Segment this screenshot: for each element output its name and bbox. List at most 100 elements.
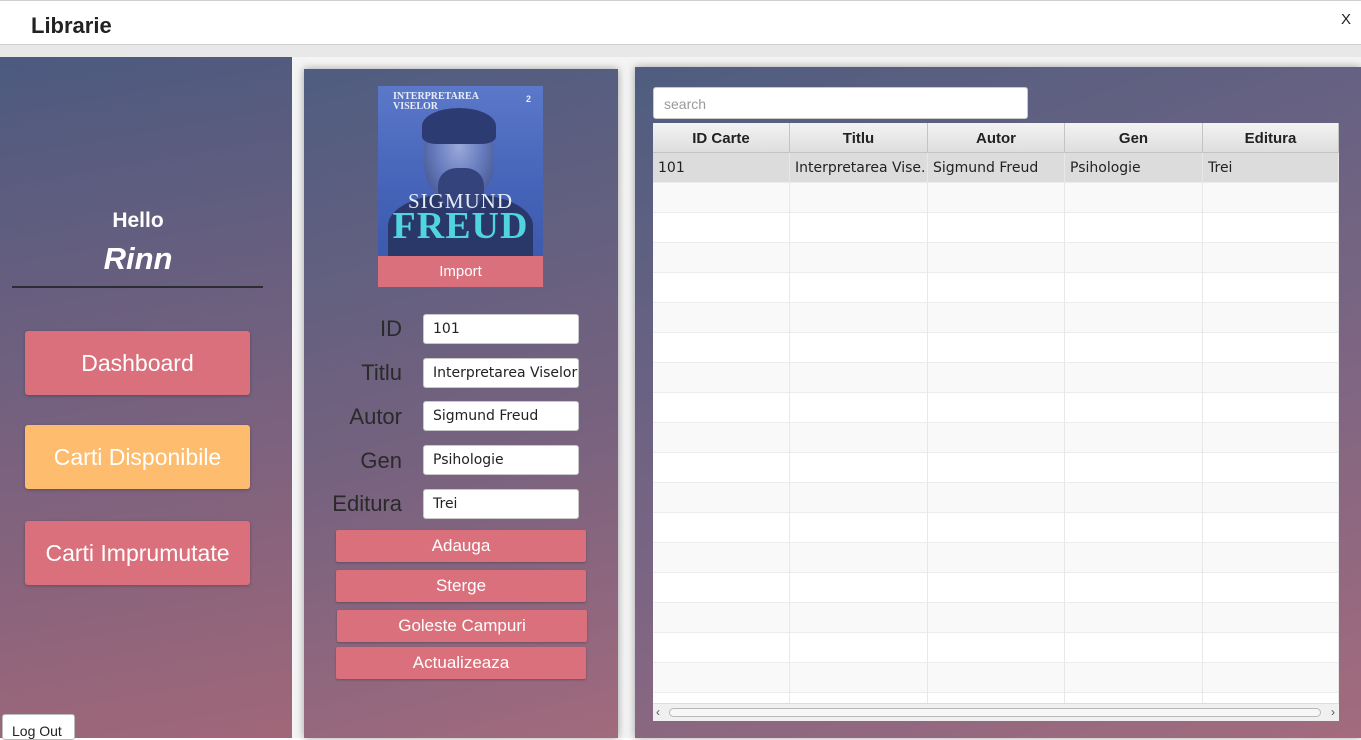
empty-cell bbox=[928, 633, 1065, 663]
empty-cell bbox=[653, 573, 790, 603]
column-header-titlu[interactable]: Titlu bbox=[790, 123, 928, 153]
gen-label: Gen bbox=[360, 448, 402, 473]
empty-cell bbox=[790, 453, 928, 483]
close-button[interactable]: X bbox=[1341, 11, 1351, 28]
empty-cell bbox=[790, 243, 928, 273]
empty-table-row bbox=[653, 633, 1339, 663]
empty-cell bbox=[928, 453, 1065, 483]
empty-cell bbox=[1203, 543, 1339, 573]
scrollbar-thumb[interactable] bbox=[669, 708, 1321, 717]
empty-cell bbox=[1203, 453, 1339, 483]
empty-cell bbox=[1065, 543, 1203, 573]
empty-cell bbox=[928, 213, 1065, 243]
empty-cell bbox=[1065, 333, 1203, 363]
empty-cell bbox=[928, 273, 1065, 303]
empty-cell bbox=[653, 453, 790, 483]
empty-cell bbox=[1065, 243, 1203, 273]
titlu-field[interactable]: Interpretarea Viselor bbox=[423, 358, 579, 388]
empty-table-row bbox=[653, 243, 1339, 273]
empty-table-row bbox=[653, 183, 1339, 213]
empty-cell bbox=[1203, 573, 1339, 603]
empty-cell bbox=[928, 243, 1065, 273]
empty-cell bbox=[928, 603, 1065, 633]
empty-cell bbox=[790, 603, 928, 633]
sterge-button[interactable]: Sterge bbox=[336, 570, 586, 602]
empty-cell bbox=[653, 543, 790, 573]
import-button[interactable]: Import bbox=[378, 256, 543, 287]
empty-table-row bbox=[653, 363, 1339, 393]
column-header-id[interactable]: ID Carte bbox=[653, 123, 790, 153]
id-label: ID bbox=[380, 316, 402, 341]
empty-table-row bbox=[653, 273, 1339, 303]
column-header-editura[interactable]: Editura bbox=[1203, 123, 1339, 153]
empty-table-row bbox=[653, 303, 1339, 333]
cell-titlu: Interpretarea Vise... bbox=[790, 153, 928, 183]
username: Rinn bbox=[103, 241, 173, 276]
empty-cell bbox=[1065, 663, 1203, 693]
column-header-gen[interactable]: Gen bbox=[1065, 123, 1203, 153]
empty-cell bbox=[790, 333, 928, 363]
empty-cell bbox=[1203, 303, 1339, 333]
dashboard-button[interactable]: Dashboard bbox=[25, 331, 250, 395]
table-row[interactable]: 101 Interpretarea Vise... Sigmund Freud … bbox=[653, 153, 1339, 183]
scroll-left-icon[interactable]: ‹ bbox=[656, 705, 660, 719]
empty-cell bbox=[928, 303, 1065, 333]
books-table: ID Carte Titlu Autor Gen Editura 101 Int… bbox=[653, 123, 1339, 721]
empty-cell bbox=[1065, 363, 1203, 393]
empty-cell bbox=[653, 423, 790, 453]
empty-cell bbox=[790, 363, 928, 393]
empty-cell bbox=[790, 483, 928, 513]
search-input[interactable]: search bbox=[653, 87, 1028, 119]
empty-cell bbox=[1065, 273, 1203, 303]
autor-label: Autor bbox=[349, 404, 402, 429]
goleste-campuri-button[interactable]: Goleste Campuri bbox=[337, 610, 587, 642]
empty-cell bbox=[1065, 573, 1203, 603]
carti-disponibile-button[interactable]: Carti Disponibile bbox=[25, 425, 250, 489]
empty-cell bbox=[1203, 663, 1339, 693]
cell-editura: Trei bbox=[1203, 153, 1339, 183]
empty-cell bbox=[1203, 483, 1339, 513]
editura-field[interactable]: Trei bbox=[423, 489, 579, 519]
column-header-autor[interactable]: Autor bbox=[928, 123, 1065, 153]
empty-cell bbox=[790, 423, 928, 453]
empty-cell bbox=[1203, 633, 1339, 663]
empty-cell bbox=[653, 213, 790, 243]
adauga-button[interactable]: Adauga bbox=[336, 530, 586, 562]
books-table-panel: search ID Carte Titlu Autor Gen Editura … bbox=[635, 67, 1361, 738]
empty-cell bbox=[790, 393, 928, 423]
empty-cell bbox=[928, 183, 1065, 213]
book-form-panel: INTERPRETAREA VISELOR 2 SIGMUND FREUD Im… bbox=[304, 69, 618, 738]
empty-cell bbox=[1203, 513, 1339, 543]
horizontal-scrollbar[interactable]: ‹ › bbox=[653, 703, 1339, 721]
empty-cell bbox=[1203, 603, 1339, 633]
empty-cell bbox=[1065, 183, 1203, 213]
cell-id: 101 bbox=[653, 153, 790, 183]
gen-field[interactable]: Psihologie bbox=[423, 445, 579, 475]
actualizeaza-button[interactable]: Actualizeaza bbox=[336, 647, 586, 679]
empty-cell bbox=[653, 243, 790, 273]
empty-cell bbox=[790, 573, 928, 603]
autor-field[interactable]: Sigmund Freud bbox=[423, 401, 579, 431]
sidebar: Hello Rinn Dashboard Carti Disponibile C… bbox=[0, 57, 292, 738]
scroll-right-icon[interactable]: › bbox=[1331, 705, 1335, 719]
empty-cell bbox=[790, 513, 928, 543]
empty-cell bbox=[790, 273, 928, 303]
empty-cell bbox=[1065, 213, 1203, 243]
carti-imprumutate-button[interactable]: Carti Imprumutate bbox=[25, 521, 250, 585]
empty-table-row bbox=[653, 423, 1339, 453]
divider bbox=[12, 286, 263, 288]
empty-cell bbox=[653, 363, 790, 393]
empty-cell bbox=[928, 483, 1065, 513]
empty-cell bbox=[928, 663, 1065, 693]
titlu-label: Titlu bbox=[361, 360, 402, 385]
empty-cell bbox=[790, 303, 928, 333]
greeting: Hello bbox=[112, 209, 164, 232]
empty-cell bbox=[653, 483, 790, 513]
title-bar: Librarie X bbox=[0, 0, 1361, 44]
cell-autor: Sigmund Freud bbox=[928, 153, 1065, 183]
empty-cell bbox=[653, 183, 790, 213]
empty-cell bbox=[653, 513, 790, 543]
logout-button[interactable]: Log Out bbox=[2, 714, 75, 740]
id-field[interactable]: 101 bbox=[423, 314, 579, 344]
empty-table-row bbox=[653, 483, 1339, 513]
